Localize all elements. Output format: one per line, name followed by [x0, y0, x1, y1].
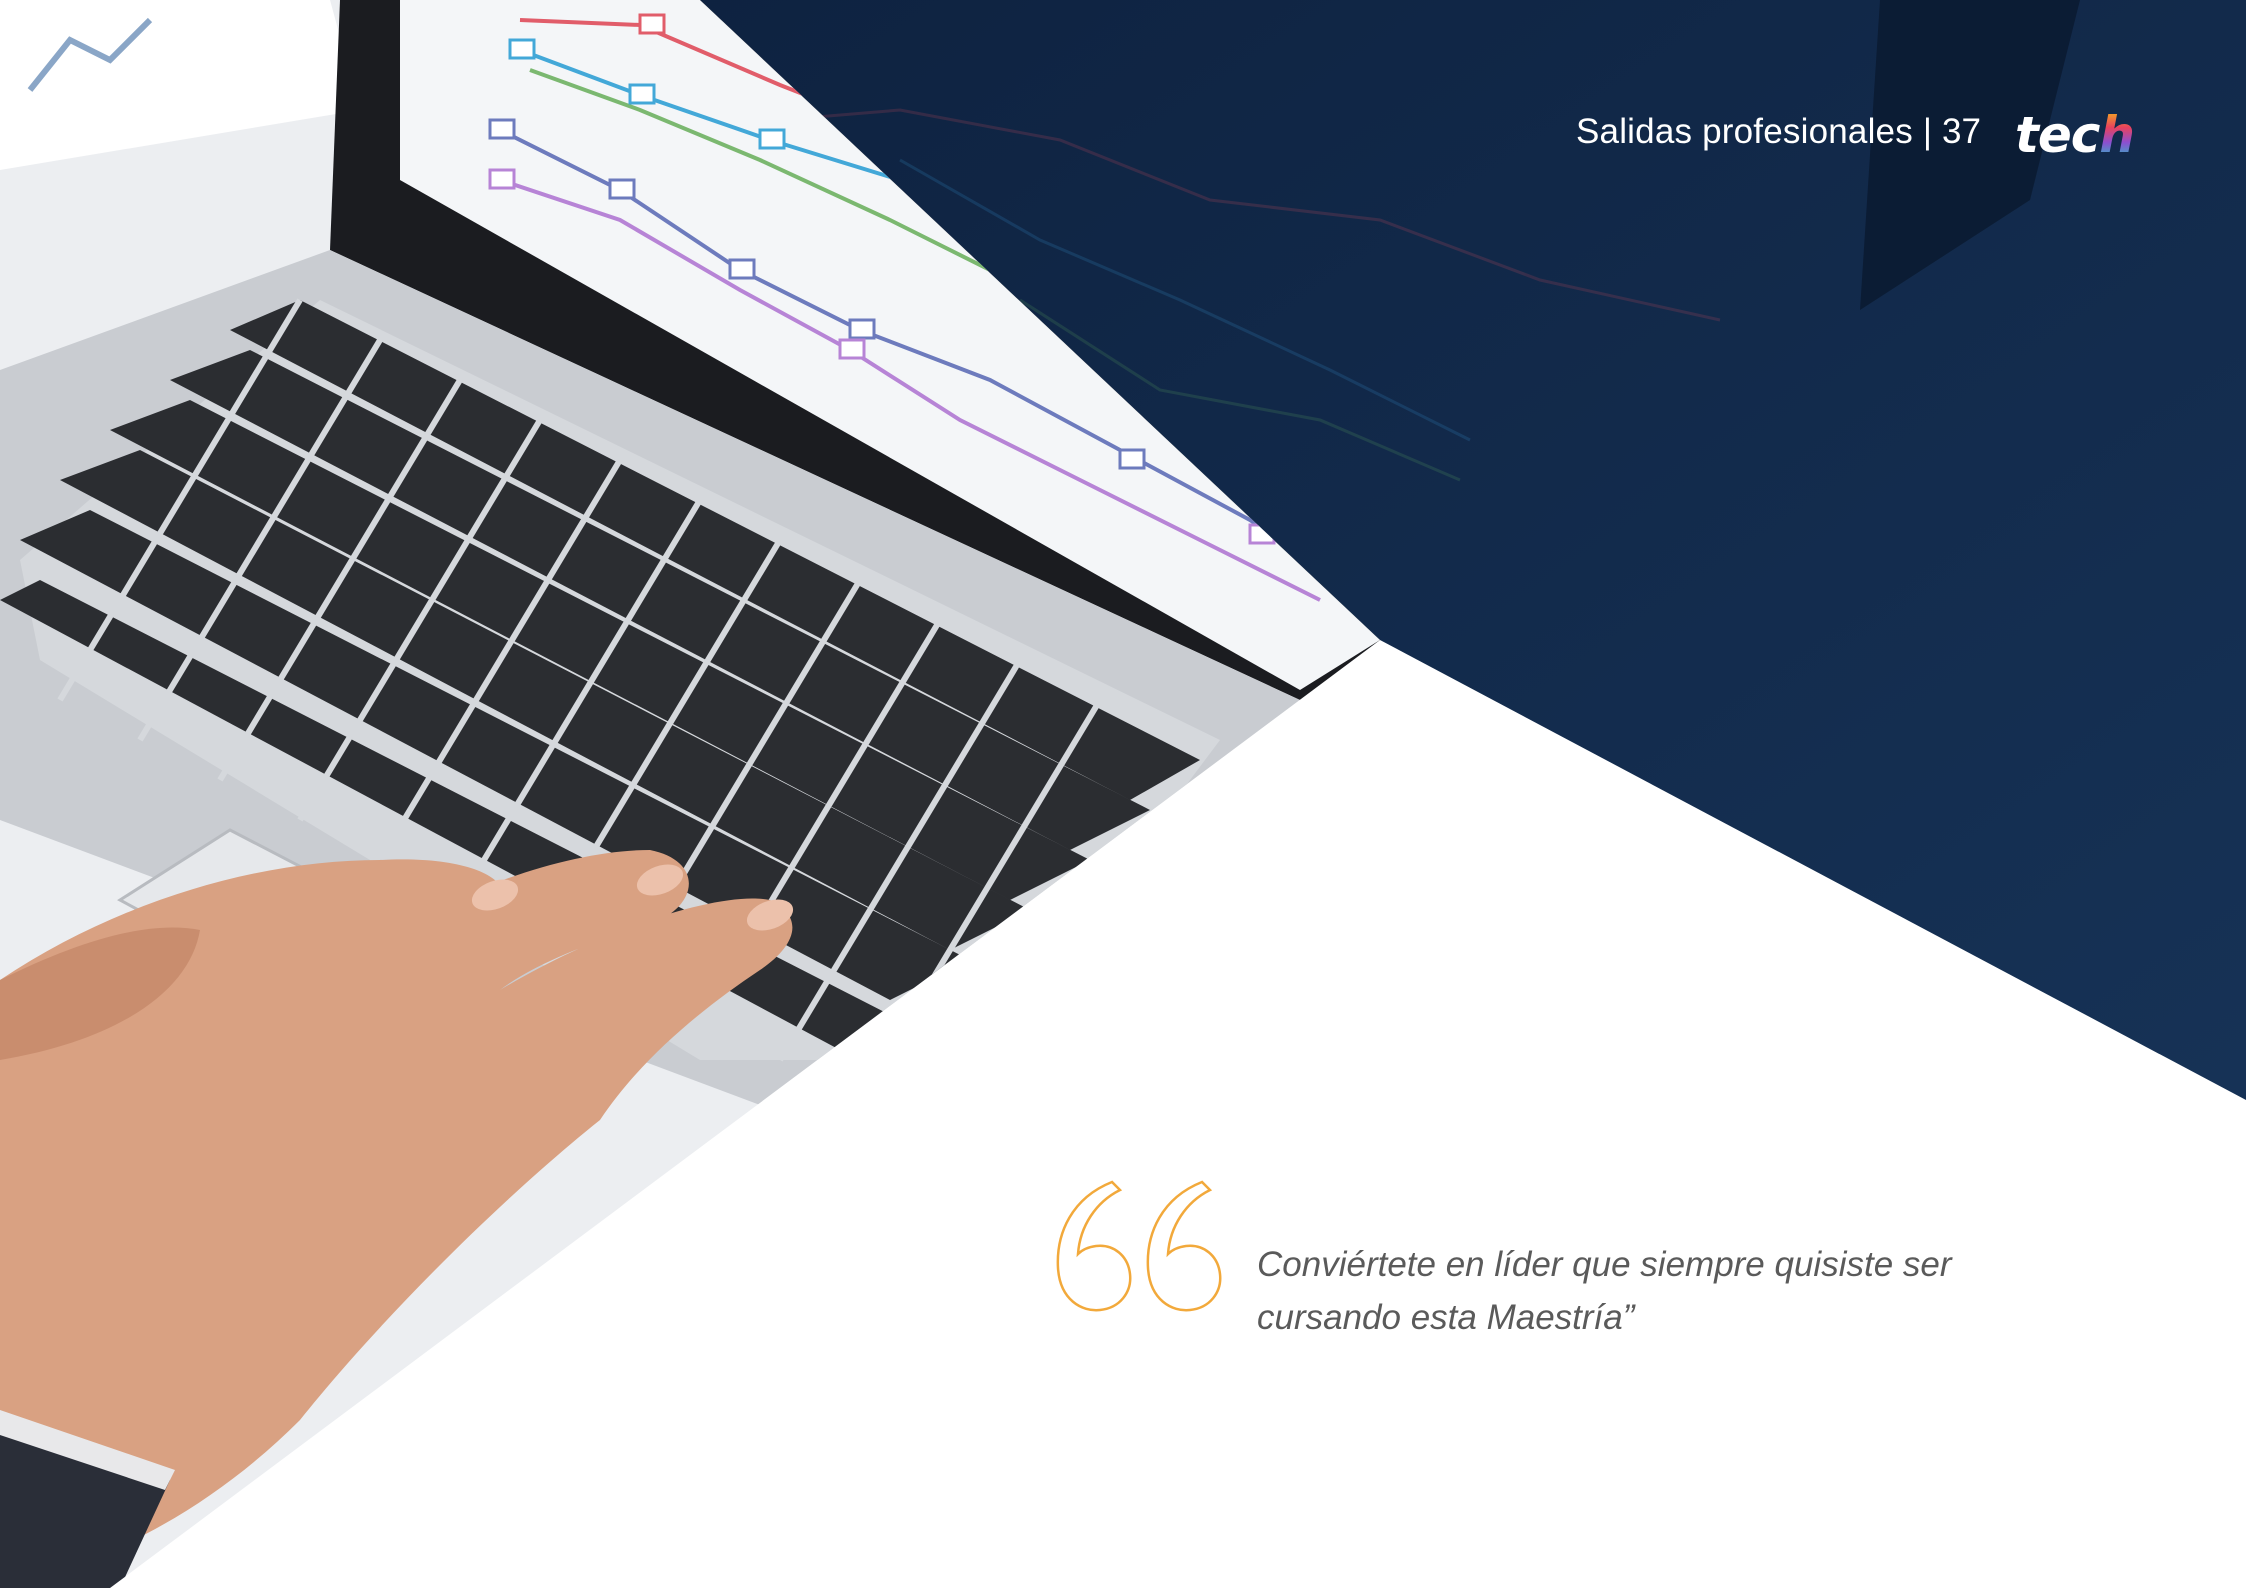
- header-separator: |: [1922, 112, 1932, 151]
- page-number: 37: [1942, 112, 1981, 151]
- logo-text-end: h: [2099, 106, 2135, 164]
- tech-logo: tech: [2015, 104, 2135, 164]
- logo-text: tech: [2015, 106, 2135, 164]
- section-title: Salidas profesionales: [1576, 112, 1913, 151]
- quote-line-1: Conviértete en líder que siempre quisist…: [1257, 1245, 1952, 1284]
- logo-text-main: tec: [2014, 106, 2100, 164]
- quote-line-2: cursando esta Maestría”: [1257, 1298, 1635, 1337]
- background-artwork: [0, 0, 2246, 1588]
- page-header: Salidas profesionales | 37 tech: [1576, 104, 2135, 164]
- quote-text: Conviértete en líder que siempre quisist…: [1257, 1238, 2017, 1344]
- brochure-page: Salidas profesionales | 37 tech Conviért…: [0, 0, 2246, 1588]
- quote-mark-icon: [1056, 1180, 1222, 1312]
